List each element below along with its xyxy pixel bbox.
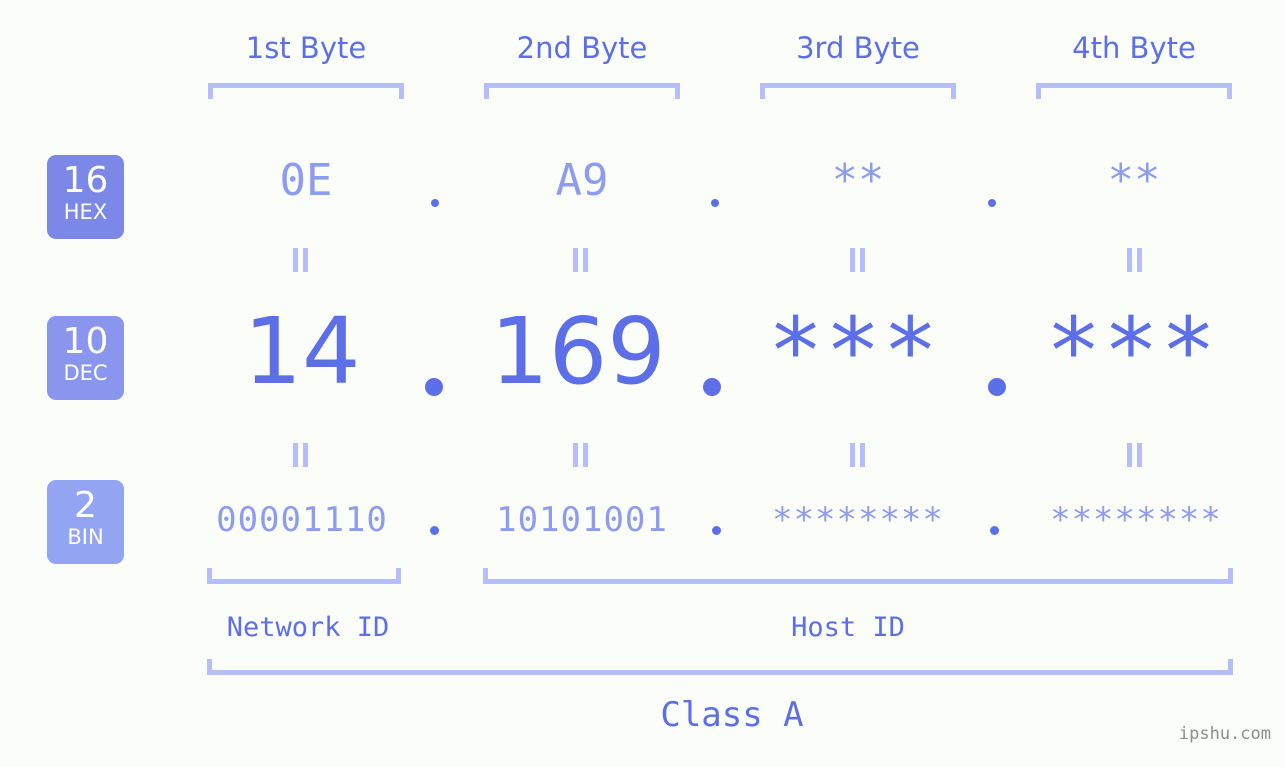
equals-connector-dec-bin-1 bbox=[292, 443, 310, 467]
network-id-bracket bbox=[207, 568, 401, 584]
equals-connector-dec-bin-2 bbox=[572, 443, 590, 467]
network-id-label: Network ID bbox=[226, 612, 390, 643]
base-badge-hex-number: 16 bbox=[62, 160, 109, 201]
ip-breakdown-diagram: 1st Byte 2nd Byte 3rd Byte 4th Byte 16 H… bbox=[0, 0, 1285, 767]
dec-separator-2 bbox=[703, 378, 721, 396]
byte-bracket-top-1 bbox=[208, 83, 404, 99]
hex-separator-3 bbox=[988, 199, 996, 207]
byte-bracket-top-3 bbox=[760, 83, 956, 99]
hex-byte-4: ** bbox=[1107, 155, 1161, 206]
dec-separator-1 bbox=[425, 378, 443, 396]
base-badge-bin-label: BIN bbox=[67, 525, 104, 549]
base-badge-dec: 10 DEC bbox=[47, 316, 124, 400]
base-badge-bin: 2 BIN bbox=[47, 480, 124, 564]
bin-byte-4: ******** bbox=[1050, 500, 1222, 540]
dec-separator-3 bbox=[988, 378, 1006, 396]
hex-byte-2: A9 bbox=[555, 155, 609, 206]
equals-connector-dec-bin-3 bbox=[849, 443, 867, 467]
equals-connector-hex-dec-3 bbox=[849, 248, 867, 272]
base-badge-bin-number: 2 bbox=[74, 485, 97, 526]
watermark: ipshu.com bbox=[1178, 724, 1271, 744]
hex-separator-2 bbox=[711, 199, 719, 207]
class-bracket bbox=[207, 659, 1233, 675]
base-badge-dec-label: DEC bbox=[63, 361, 108, 385]
dec-byte-1: 14 bbox=[243, 298, 361, 405]
byte-header-4: 4th Byte bbox=[1072, 31, 1196, 65]
base-badge-dec-number: 10 bbox=[62, 321, 109, 362]
hex-separator-1 bbox=[431, 199, 439, 207]
dec-byte-2: 169 bbox=[490, 298, 666, 405]
bin-separator-1 bbox=[430, 526, 439, 535]
dec-byte-3: *** bbox=[767, 298, 941, 405]
class-label: Class A bbox=[660, 695, 804, 735]
base-badge-hex: 16 HEX bbox=[47, 155, 124, 239]
bin-separator-3 bbox=[990, 526, 999, 535]
equals-connector-hex-dec-2 bbox=[572, 248, 590, 272]
byte-header-1: 1st Byte bbox=[245, 31, 367, 65]
host-id-label: Host ID bbox=[791, 612, 905, 643]
hex-byte-3: ** bbox=[831, 155, 885, 206]
equals-connector-hex-dec-4 bbox=[1126, 248, 1144, 272]
byte-bracket-top-2 bbox=[484, 83, 680, 99]
byte-bracket-top-4 bbox=[1036, 83, 1232, 99]
host-id-bracket bbox=[483, 568, 1233, 584]
byte-header-3: 3rd Byte bbox=[796, 31, 920, 65]
bin-byte-1: 00001110 bbox=[216, 500, 388, 540]
hex-byte-1: 0E bbox=[279, 155, 333, 206]
equals-connector-hex-dec-1 bbox=[292, 248, 310, 272]
equals-connector-dec-bin-4 bbox=[1126, 443, 1144, 467]
byte-header-2: 2nd Byte bbox=[516, 31, 648, 65]
bin-separator-2 bbox=[712, 526, 721, 535]
base-badge-hex-label: HEX bbox=[63, 200, 108, 224]
bin-byte-3: ******** bbox=[772, 500, 944, 540]
bin-byte-2: 10101001 bbox=[496, 500, 668, 540]
dec-byte-4: *** bbox=[1045, 298, 1219, 405]
